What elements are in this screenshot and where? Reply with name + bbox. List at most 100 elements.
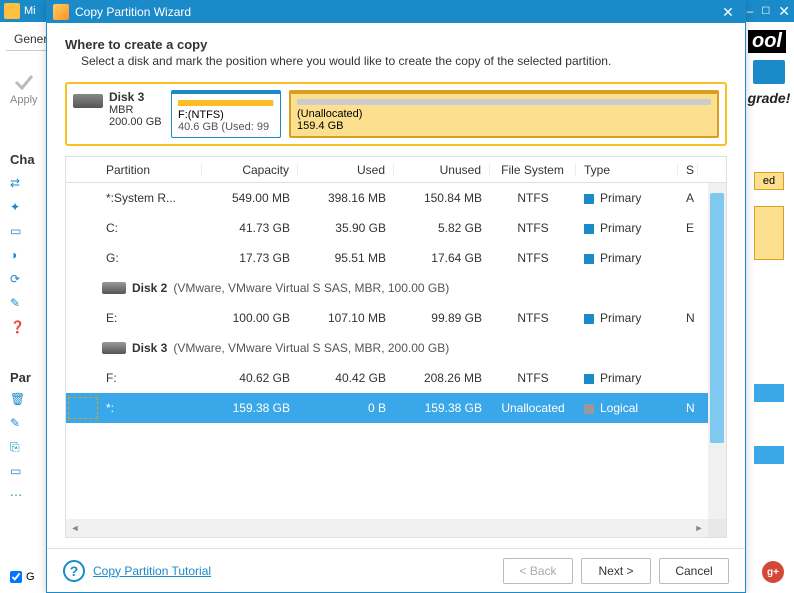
cell-unused: 5.82 GB [394,221,490,235]
cell-fs: NTFS [490,221,576,235]
cell-partition: *:System R... [98,191,202,205]
table-row[interactable]: *:159.38 GB0 B159.38 GBUnallocatedLogica… [66,393,726,423]
cell-fs: NTFS [490,371,576,385]
cell-status: N [678,401,698,415]
refresh-icon: ⟳ [10,272,26,288]
cell-unused: 208.26 MB [394,371,490,385]
bg-close-icon[interactable]: ✕ [778,3,790,20]
type-color-icon [584,224,594,234]
bg-checkbox-label: G [26,571,35,583]
cell-type: Logical [576,401,678,415]
horizontal-scrollbar[interactable]: ◄ ► [66,519,726,537]
bg-title-text: Mi [24,5,36,17]
cell-status: A [678,191,698,205]
cell-unused: 99.89 GB [394,311,490,325]
upgrade-label: grade! [748,90,791,106]
tutorial-link[interactable]: Copy Partition Tutorial [93,564,211,578]
cell-fs: Unallocated [490,401,576,415]
scroll-thumb[interactable] [710,193,724,443]
cell-partition: F: [98,371,202,385]
disk-group-row[interactable]: Disk 3 (VMware, VMware Virtual S SAS, MB… [66,333,726,363]
disk-info[interactable]: Disk 3 MBR 200.00 GB [73,90,163,138]
drive-icon [102,282,126,294]
bar-icon: ▭ [10,224,26,240]
bg-section-change: Cha [10,152,35,167]
type-color-icon [584,194,594,204]
bg-section-partition: Par [10,370,31,385]
partition-table: Partition Capacity Used Unused File Syst… [65,156,727,538]
gplus-icon[interactable]: g+ [762,561,784,583]
cell-partition: C: [98,221,202,235]
heading: Where to create a copy [65,37,727,52]
scroll-right-icon[interactable]: ► [690,519,708,537]
cell-fs: NTFS [490,251,576,265]
cell-capacity: 40.62 GB [202,371,298,385]
disk-scheme: MBR [109,104,133,116]
cell-status: E [678,221,698,235]
partition-bar-f[interactable]: F:(NTFS) 40.6 GB (Used: 99 [171,90,281,138]
letter-icon: ✎ [10,296,26,312]
type-color-icon [584,314,594,324]
col-partition[interactable]: Partition [98,163,202,177]
cell-used: 35.90 GB [298,221,394,235]
bg-bottom-checkbox[interactable]: G [10,571,35,583]
close-icon[interactable]: ✕ [717,4,739,21]
table-row[interactable]: F:40.62 GB40.42 GB208.26 MBNTFSPrimary [66,363,726,393]
cell-partition: *: [98,401,202,415]
bg-right-panel-2 [754,384,784,402]
bg-apply-label: Apply [10,94,38,106]
cell-partition: G: [98,251,202,265]
bg-maximize-icon[interactable]: ☐ [761,6,770,17]
table-header: Partition Capacity Used Unused File Syst… [66,157,726,183]
cancel-button[interactable]: Cancel [659,558,729,584]
cell-used: 40.42 GB [298,371,394,385]
col-status[interactable]: S [678,163,698,177]
dialog-footer: ? Copy Partition Tutorial < Back Next > … [47,548,745,592]
disk-size: 200.00 GB [109,116,162,128]
cell-fs: NTFS [490,191,576,205]
next-button[interactable]: Next > [581,558,651,584]
type-color-icon [584,374,594,384]
col-capacity[interactable]: Capacity [202,163,298,177]
disk-drive-icon [73,94,103,108]
col-type[interactable]: Type [576,163,678,177]
cell-fs: NTFS [490,311,576,325]
vertical-scrollbar[interactable] [708,183,726,519]
cell-type: Primary [576,371,678,385]
table-row[interactable]: G:17.73 GB95.51 MB17.64 GBNTFSPrimary [66,243,726,273]
partition-bar-unallocated[interactable]: (Unallocated) 159.4 GB [289,90,719,138]
bg-apply-button[interactable]: Apply [10,70,38,106]
unalloc-label: (Unallocated) [297,108,711,120]
back-button[interactable]: < Back [503,558,573,584]
col-unused[interactable]: Unused [394,163,490,177]
disk-name: Disk 3 [109,90,144,104]
col-fs[interactable]: File System [490,163,576,177]
cart-icon[interactable] [753,60,785,84]
cell-unused: 159.38 GB [394,401,490,415]
copy-icon: ⎘ [10,440,26,456]
more-icon: ⋯ [10,488,26,504]
cell-type: Primary [576,251,678,265]
cell-used: 95.51 MB [298,251,394,265]
table-row[interactable]: C:41.73 GB35.90 GB5.82 GBNTFSPrimaryE [66,213,726,243]
merge-icon: ✦ [10,200,26,216]
table-row[interactable]: E:100.00 GB107.10 MB99.89 GBNTFSPrimaryN [66,303,726,333]
titlebar: Copy Partition Wizard ✕ [47,1,745,23]
label-icon: ▭ [10,464,26,480]
bg-checkbox[interactable] [10,571,22,583]
help-icon[interactable]: ? [63,560,85,582]
table-row[interactable]: *:System R...549.00 MB398.16 MB150.84 MB… [66,183,726,213]
col-used[interactable]: Used [298,163,394,177]
disk-group-row[interactable]: Disk 2 (VMware, VMware Virtual S SAS, MB… [66,273,726,303]
cell-capacity: 159.38 GB [202,401,298,415]
bg-minimize-icon[interactable]: – [747,4,754,18]
scroll-left-icon[interactable]: ◄ [66,519,84,537]
cell-used: 398.16 MB [298,191,394,205]
disk-layout-panel: Disk 3 MBR 200.00 GB F:(NTFS) 40.6 GB (U… [65,82,727,146]
bg-partition-icons: 🗑✎⎘▭⋯ [10,392,26,504]
bg-app-icon [4,3,20,19]
bg-tool-brand: ool [748,30,786,53]
cell-capacity: 17.73 GB [202,251,298,265]
part-f-detail: 40.6 GB (Used: 99 [178,121,274,133]
unalloc-size: 159.4 GB [297,120,711,132]
